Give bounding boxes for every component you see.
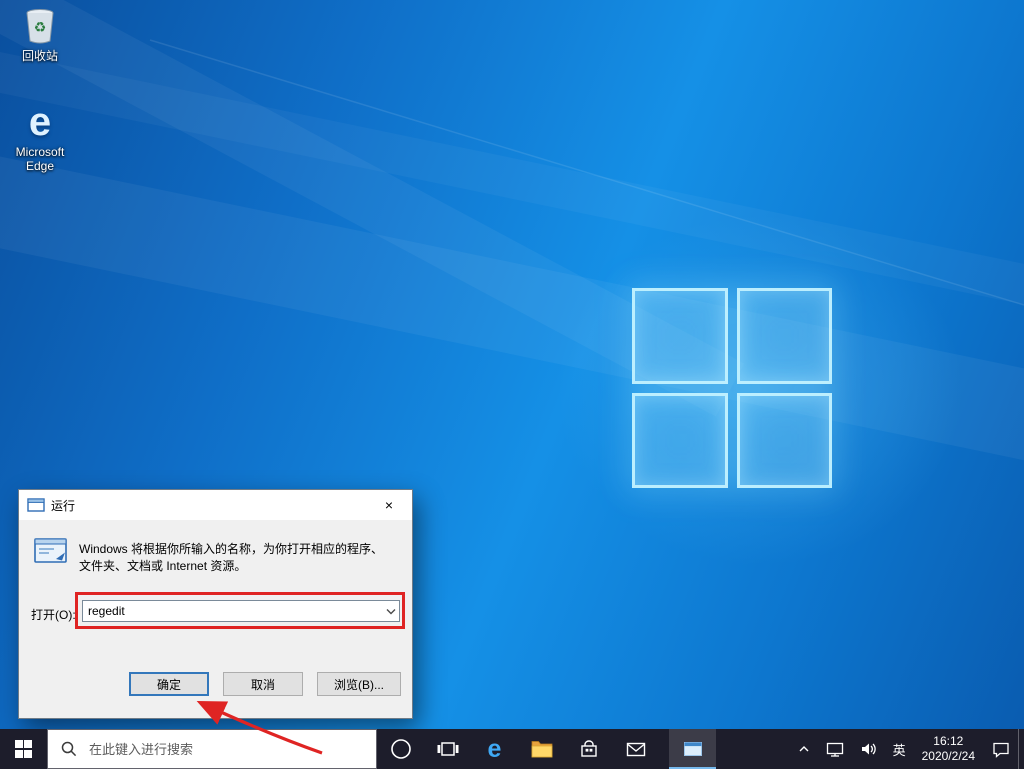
mail-button[interactable] bbox=[612, 729, 659, 769]
edge-logo-icon: e bbox=[29, 102, 51, 142]
svg-text:♻: ♻ bbox=[34, 19, 47, 35]
ok-button[interactable]: 确定 bbox=[129, 672, 209, 696]
taskbar: e bbox=[0, 729, 1024, 769]
start-button[interactable] bbox=[0, 729, 47, 769]
windows-logo-wallpaper bbox=[632, 288, 832, 488]
clock-time: 16:12 bbox=[933, 734, 963, 749]
system-tray: 英 16:12 2020/2/24 bbox=[790, 729, 1024, 769]
notification-icon bbox=[991, 739, 1011, 759]
task-view-button[interactable] bbox=[424, 729, 471, 769]
microsoft-store-button[interactable] bbox=[565, 729, 612, 769]
search-icon bbox=[60, 740, 78, 758]
cortana-icon bbox=[389, 737, 413, 761]
search-input[interactable] bbox=[87, 741, 341, 758]
folder-icon bbox=[530, 737, 554, 761]
open-field-label: 打开(O): bbox=[31, 606, 76, 623]
taskbar-edge-button[interactable]: e bbox=[471, 729, 518, 769]
tray-hidden-icons-button[interactable] bbox=[790, 729, 818, 769]
run-dialog-title-icon bbox=[27, 497, 45, 513]
windows-logo-pane bbox=[737, 288, 833, 384]
network-status-button[interactable] bbox=[818, 729, 852, 769]
speaker-icon bbox=[859, 739, 879, 759]
run-dialog-description: Windows 将根据你所输入的名称，为你打开相应的程序、 文件夹、文档或 In… bbox=[79, 541, 405, 575]
action-center-button[interactable] bbox=[984, 729, 1018, 769]
windows-logo-pane bbox=[632, 393, 728, 489]
volume-button[interactable] bbox=[852, 729, 886, 769]
active-app-run-button[interactable] bbox=[669, 729, 716, 769]
run-dialog-title: 运行 bbox=[51, 497, 75, 514]
desktop-icon-label: 回收站 bbox=[22, 49, 58, 63]
windows-logo-pane bbox=[737, 393, 833, 489]
run-program-icon bbox=[31, 536, 71, 568]
ime-indicator[interactable]: 英 bbox=[886, 729, 913, 769]
open-input[interactable] bbox=[83, 603, 382, 619]
windows-start-icon bbox=[15, 740, 33, 758]
file-explorer-button[interactable] bbox=[518, 729, 565, 769]
edge-icon: e bbox=[488, 737, 502, 762]
desktop-icon-label: Microsoft Edge bbox=[5, 145, 75, 173]
clock-date: 2020/2/24 bbox=[922, 749, 975, 764]
show-desktop-button[interactable] bbox=[1018, 729, 1024, 769]
description-line-2: 文件夹、文档或 Internet 资源。 bbox=[79, 558, 405, 575]
task-view-icon bbox=[436, 737, 460, 761]
browse-button[interactable]: 浏览(B)... bbox=[317, 672, 401, 696]
cortana-button[interactable] bbox=[377, 729, 424, 769]
taskbar-clock[interactable]: 16:12 2020/2/24 bbox=[913, 729, 984, 769]
open-combobox[interactable] bbox=[82, 600, 400, 622]
desktop-icon-recycle-bin[interactable]: ♻ 回收站 bbox=[5, 6, 75, 63]
windows-logo-pane bbox=[632, 288, 728, 384]
run-dialog: 运行 × Windows 将根据你所输入的名称，为你打开相应的程序、 文件夹、文… bbox=[18, 489, 413, 719]
close-icon[interactable]: × bbox=[366, 490, 412, 520]
window-icon bbox=[682, 738, 704, 760]
mail-icon bbox=[625, 738, 647, 760]
cancel-button[interactable]: 取消 bbox=[223, 672, 303, 696]
chevron-up-icon bbox=[797, 742, 811, 756]
run-dialog-titlebar[interactable]: 运行 × bbox=[19, 490, 412, 520]
description-line-1: Windows 将根据你所输入的名称，为你打开相应的程序、 bbox=[79, 541, 405, 558]
taskbar-search[interactable] bbox=[47, 729, 377, 769]
store-icon bbox=[578, 738, 600, 760]
chevron-down-icon[interactable] bbox=[382, 601, 399, 621]
recycle-bin-icon: ♻ bbox=[20, 6, 60, 46]
network-icon bbox=[825, 739, 845, 759]
desktop-icon-microsoft-edge[interactable]: e Microsoft Edge bbox=[5, 102, 75, 173]
